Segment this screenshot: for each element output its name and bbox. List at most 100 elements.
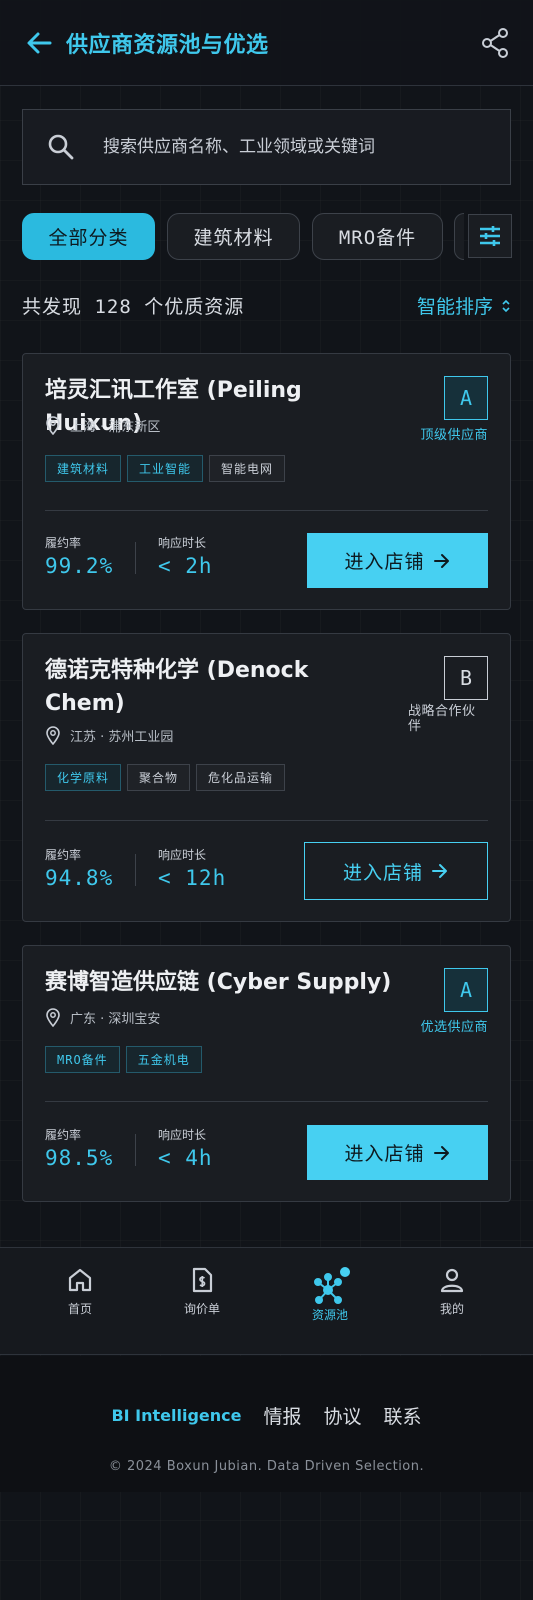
location-text: 江苏 · 苏州工业园 xyxy=(70,730,174,745)
arrow-right-icon xyxy=(432,864,447,878)
back-button[interactable] xyxy=(24,28,54,58)
fulfillment-value: 99.2% xyxy=(45,554,114,578)
card-divider xyxy=(45,1101,488,1102)
tag-list: 化学原料 聚合物 危化品运输 xyxy=(45,764,286,791)
tag: 化学原料 xyxy=(45,764,122,791)
supplier-name[interactable]: 赛博智造供应链 (Cyber Supply) xyxy=(45,966,405,999)
footer-links: BI Intelligence 情报 协议 联系 xyxy=(0,1402,533,1429)
supplier-card: 德诺克特种化学 (Denock Chem) 江苏 · 苏州工业园 B 战略合作伙… xyxy=(22,633,511,922)
filter-chip-all[interactable]: 全部分类 xyxy=(22,213,155,260)
nav-label: 首页 xyxy=(67,1302,92,1316)
supplier-location: 江苏 · 苏州工业园 xyxy=(45,726,173,745)
enter-shop-label: 进入店铺 xyxy=(344,551,425,573)
nav-label: 我的 xyxy=(439,1302,464,1316)
grade-label: 战略合作伙伴 xyxy=(408,704,476,734)
supplier-location: 广东 · 深圳宝安 xyxy=(45,1008,160,1027)
app-header: 供应商资源池与优选 xyxy=(0,0,533,86)
search-input[interactable] xyxy=(103,137,483,157)
enter-shop-button[interactable]: 进入店铺 xyxy=(307,533,488,588)
share-icon xyxy=(482,28,508,58)
sort-chevrons-icon xyxy=(502,299,510,312)
nav-item-profile[interactable]: 我的 xyxy=(412,1266,492,1317)
tag: 工业智能 xyxy=(127,455,204,482)
user-icon xyxy=(440,1268,464,1293)
supplier-card: 培灵汇讯工作室 (Peiling Huixun) 上海 · 浦东新区 A 顶级供… xyxy=(22,353,511,610)
sort-button[interactable]: 智能排序 xyxy=(417,292,511,319)
stat-separator xyxy=(135,854,136,886)
arrow-right-icon xyxy=(433,1145,449,1160)
tag: 智能电网 xyxy=(209,455,286,482)
response-value: < 4h xyxy=(158,1146,213,1170)
network-icon xyxy=(314,1267,350,1304)
enter-shop-button[interactable]: 进入店铺 xyxy=(307,1125,488,1180)
arrow-right-icon xyxy=(433,553,449,568)
tag-list: 建筑材料 工业智能 智能电网 xyxy=(45,455,286,482)
tag: 危化品运输 xyxy=(196,764,286,791)
response-label: 响应时长 xyxy=(158,1128,207,1142)
search-bar[interactable] xyxy=(22,109,511,185)
search-icon xyxy=(48,134,74,160)
fulfillment-value: 94.8% xyxy=(45,866,114,890)
response-value: < 2h xyxy=(158,554,213,578)
filter-chip-building-materials[interactable]: 建筑材料 xyxy=(167,213,300,260)
page-title: 供应商资源池与优选 xyxy=(66,32,269,58)
response-stat: 响应时长 < 12h xyxy=(158,846,226,890)
supplier-card: 赛博智造供应链 (Cyber Supply) 广东 · 深圳宝安 A 优选供应商… xyxy=(22,945,511,1202)
footer: BI Intelligence 情报 协议 联系 © 2024 Boxun Ju… xyxy=(0,1356,533,1492)
footer-link-contact[interactable]: 联系 xyxy=(384,1402,422,1429)
fulfillment-stat: 履约率 94.8% xyxy=(45,846,113,890)
card-divider xyxy=(45,510,488,511)
response-stat: 响应时长 < 4h xyxy=(158,1126,213,1170)
nav-item-resource-pool[interactable]: 资源池 xyxy=(290,1266,370,1323)
enter-shop-label: 进入店铺 xyxy=(344,1143,425,1165)
nav-item-home[interactable]: 首页 xyxy=(40,1266,120,1317)
supplier-name[interactable]: 德诺克特种化学 (Denock Chem) xyxy=(45,654,365,720)
location-text: 广东 · 深圳宝安 xyxy=(70,1012,161,1027)
grade-badge: A xyxy=(444,968,488,1012)
share-button[interactable] xyxy=(481,27,511,59)
tag-list: MRO备件 五金机电 xyxy=(45,1046,202,1073)
sort-label: 智能排序 xyxy=(416,296,493,318)
tag: 聚合物 xyxy=(127,764,191,791)
stat-separator xyxy=(135,1134,136,1166)
fulfillment-stat: 履约率 98.5% xyxy=(45,1126,113,1170)
location-pin-icon xyxy=(46,1008,60,1027)
footer-link-agreement[interactable]: 协议 xyxy=(324,1402,362,1429)
result-count: 共发现 128 个优质资源 xyxy=(22,296,245,318)
supplier-location: 上海 · 浦东新区 xyxy=(45,416,160,435)
location-pin-icon xyxy=(46,416,60,435)
sliders-icon xyxy=(480,226,500,246)
grade-label: 顶级供应商 xyxy=(420,428,488,443)
footer-link-intel[interactable]: 情报 xyxy=(264,1402,302,1429)
enter-shop-button[interactable]: 进入店铺 xyxy=(304,842,488,900)
stat-separator xyxy=(135,542,136,574)
notification-dot xyxy=(340,1267,350,1277)
nav-label: 询价单 xyxy=(183,1302,220,1316)
grade-badge: A xyxy=(444,376,488,420)
response-value: < 12h xyxy=(158,866,227,890)
arrow-left-icon xyxy=(27,32,52,53)
filter-chip-overflow[interactable] xyxy=(454,213,464,260)
home-icon xyxy=(68,1268,92,1292)
filter-settings-button[interactable] xyxy=(468,214,512,258)
fulfillment-label: 履约率 xyxy=(45,848,82,862)
category-filters: 全部分类 建筑材料 MRO备件 xyxy=(22,213,512,261)
enter-shop-label: 进入店铺 xyxy=(342,861,423,884)
quote-document-icon xyxy=(192,1267,213,1293)
card-divider xyxy=(45,820,488,821)
location-text: 上海 · 浦东新区 xyxy=(70,420,161,435)
footer-brand: BI Intelligence xyxy=(111,1406,242,1425)
copyright: © 2024 Boxun Jubian. Data Driven Selecti… xyxy=(108,1459,425,1474)
bottom-navigation: 首页 询价单 资源池 我的 xyxy=(0,1247,533,1355)
filter-chip-mro[interactable]: MRO备件 xyxy=(312,213,443,260)
location-pin-icon xyxy=(46,726,60,745)
grade-badge: B xyxy=(444,656,488,700)
response-label: 响应时长 xyxy=(158,536,207,550)
nav-item-quotes[interactable]: 询价单 xyxy=(162,1266,242,1317)
fulfillment-stat: 履约率 99.2% xyxy=(45,534,113,578)
fulfillment-label: 履约率 xyxy=(45,1128,82,1142)
fulfillment-label: 履约率 xyxy=(45,536,82,550)
fulfillment-value: 98.5% xyxy=(45,1146,114,1170)
response-stat: 响应时长 < 2h xyxy=(158,534,213,578)
result-bar: 共发现 128 个优质资源 智能排序 xyxy=(22,292,511,322)
